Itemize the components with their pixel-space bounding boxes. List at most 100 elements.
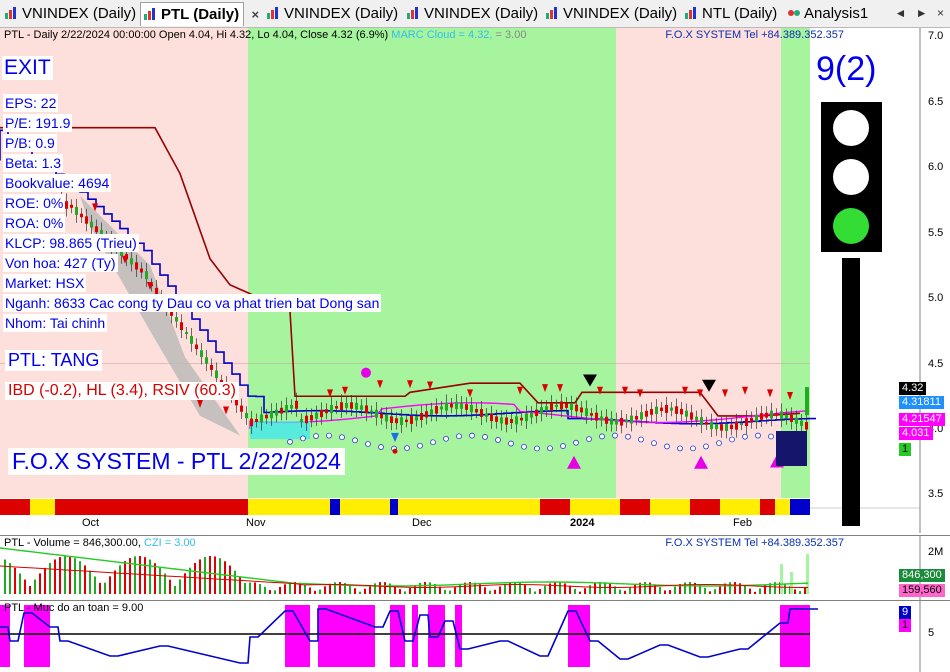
volume-bar — [239, 576, 241, 594]
tab-analysis1[interactable]: Analysis1 — [784, 2, 868, 26]
up-candle — [445, 402, 448, 411]
tab-label: Analysis1 — [804, 5, 869, 22]
x-label: Dec — [412, 517, 432, 529]
volume-bar — [204, 557, 206, 594]
up-candle — [485, 413, 488, 417]
volume-bar — [304, 584, 306, 594]
beta-label: Beta: 1.3 — [3, 154, 64, 172]
up-candle — [430, 409, 433, 415]
signal-segment — [330, 499, 340, 515]
down-candle — [565, 403, 568, 408]
down-candle — [665, 404, 668, 413]
volume-bar — [594, 583, 596, 594]
down-candle — [690, 412, 693, 420]
volume-bar — [9, 563, 11, 594]
buy-dot — [313, 433, 319, 439]
down-candle — [450, 403, 453, 408]
up-candle — [385, 414, 388, 422]
up-candle — [500, 417, 503, 424]
volume-bar — [489, 590, 491, 594]
volume-bar — [709, 591, 711, 594]
up-candle — [205, 357, 208, 364]
volume-bar — [54, 559, 56, 594]
volume-bar — [64, 556, 66, 594]
tab-vnindex-3[interactable]: VNINDEX (Daily) — [404, 2, 538, 26]
up-candle — [470, 404, 473, 413]
up-candle — [455, 401, 458, 410]
volume-pane[interactable]: PTL - Volume = 846,300.00, CZI = 3.00 F.… — [0, 535, 950, 600]
tab-ptl[interactable]: PTL (Daily) × — [140, 2, 259, 26]
close-icon[interactable]: × — [937, 6, 944, 20]
volume-bar — [534, 591, 536, 594]
up-candle — [615, 419, 618, 425]
buy-dot — [755, 432, 761, 439]
volume-bar — [89, 570, 91, 594]
buy-dot — [716, 440, 722, 447]
volume-bar — [404, 591, 406, 594]
volume-bar — [349, 585, 351, 594]
tab-label: VNINDEX (Daily) — [284, 5, 399, 22]
up-candle — [440, 406, 443, 410]
volume-bar — [34, 579, 36, 594]
close-icon[interactable]: × — [251, 3, 259, 27]
volume-bar — [109, 576, 111, 594]
up-candle — [345, 402, 348, 408]
volume-bar — [574, 588, 576, 594]
signal-segment — [248, 499, 330, 515]
volume-bar — [234, 570, 236, 594]
tab-vnindex-2[interactable]: VNINDEX (Daily) — [264, 2, 398, 26]
tab-prev-icon[interactable]: ◄ — [895, 6, 907, 20]
up-candle — [570, 403, 573, 410]
chart-icon — [5, 7, 16, 19]
volume-bar — [164, 573, 166, 594]
volume-bar — [784, 583, 786, 594]
tab-vnindex-1[interactable]: VNINDEX (Daily) — [2, 2, 136, 26]
volume-bar — [24, 579, 26, 594]
signal-segment — [720, 499, 760, 515]
volume-bar — [669, 589, 671, 594]
up-candle — [685, 410, 688, 417]
safety-pane[interactable]: PTL - Muc do an toan = 9.00 5 9 1 — [0, 600, 950, 672]
magenta-line-tag-2: 4.031 — [899, 427, 933, 440]
volume-bar — [454, 587, 456, 594]
down-candle — [350, 402, 353, 409]
marc-cloud-text: MARC Cloud = 4.32, — [391, 29, 493, 41]
down-candle — [265, 414, 268, 419]
down-candle — [435, 406, 438, 414]
y-tick: 6.5 — [928, 96, 944, 108]
buy-dot — [547, 445, 553, 452]
price-pane[interactable]: PTL - Daily 2/22/2024 00:00:00 Open 4.04… — [0, 28, 950, 533]
volume-bar — [249, 582, 251, 594]
y-tick: 3.5 — [928, 488, 944, 500]
buy-dot — [612, 432, 618, 439]
down-candle — [720, 424, 723, 431]
volume-bar — [734, 582, 736, 594]
x-label: Feb — [733, 517, 752, 529]
volume-tag: 846,300 — [899, 569, 945, 582]
volume-bar — [319, 589, 321, 594]
volume-bar — [324, 586, 326, 594]
volume-bar — [359, 591, 361, 594]
volume-bar — [189, 567, 191, 594]
volume-bar — [269, 590, 271, 594]
buy-dot — [651, 440, 657, 447]
tab-ntl[interactable]: NTL (Daily) — [682, 2, 777, 26]
tab-next-icon[interactable]: ► — [916, 6, 928, 20]
tab-vnindex-4[interactable]: VNINDEX (Daily) — [543, 2, 677, 26]
roa-label: ROA: 0% — [3, 214, 66, 232]
industry-label: Nganh: 8633 Cac cong ty Dau co va phat t… — [3, 294, 382, 312]
volume-bar — [284, 584, 286, 594]
volume-bar — [564, 583, 566, 594]
down-candle — [560, 401, 563, 410]
chart-icon — [407, 7, 418, 19]
volume-bar — [19, 573, 21, 594]
up-candle — [725, 424, 728, 431]
tab-controls: ◄ ► × — [889, 6, 944, 20]
up-candle — [185, 332, 188, 335]
up-candle — [330, 405, 333, 414]
volume-bar — [399, 589, 401, 594]
group-label: Nhom: Tai chinh — [3, 314, 108, 332]
up-candle — [90, 221, 93, 228]
down-candle — [595, 412, 598, 421]
down-candle — [605, 416, 608, 424]
